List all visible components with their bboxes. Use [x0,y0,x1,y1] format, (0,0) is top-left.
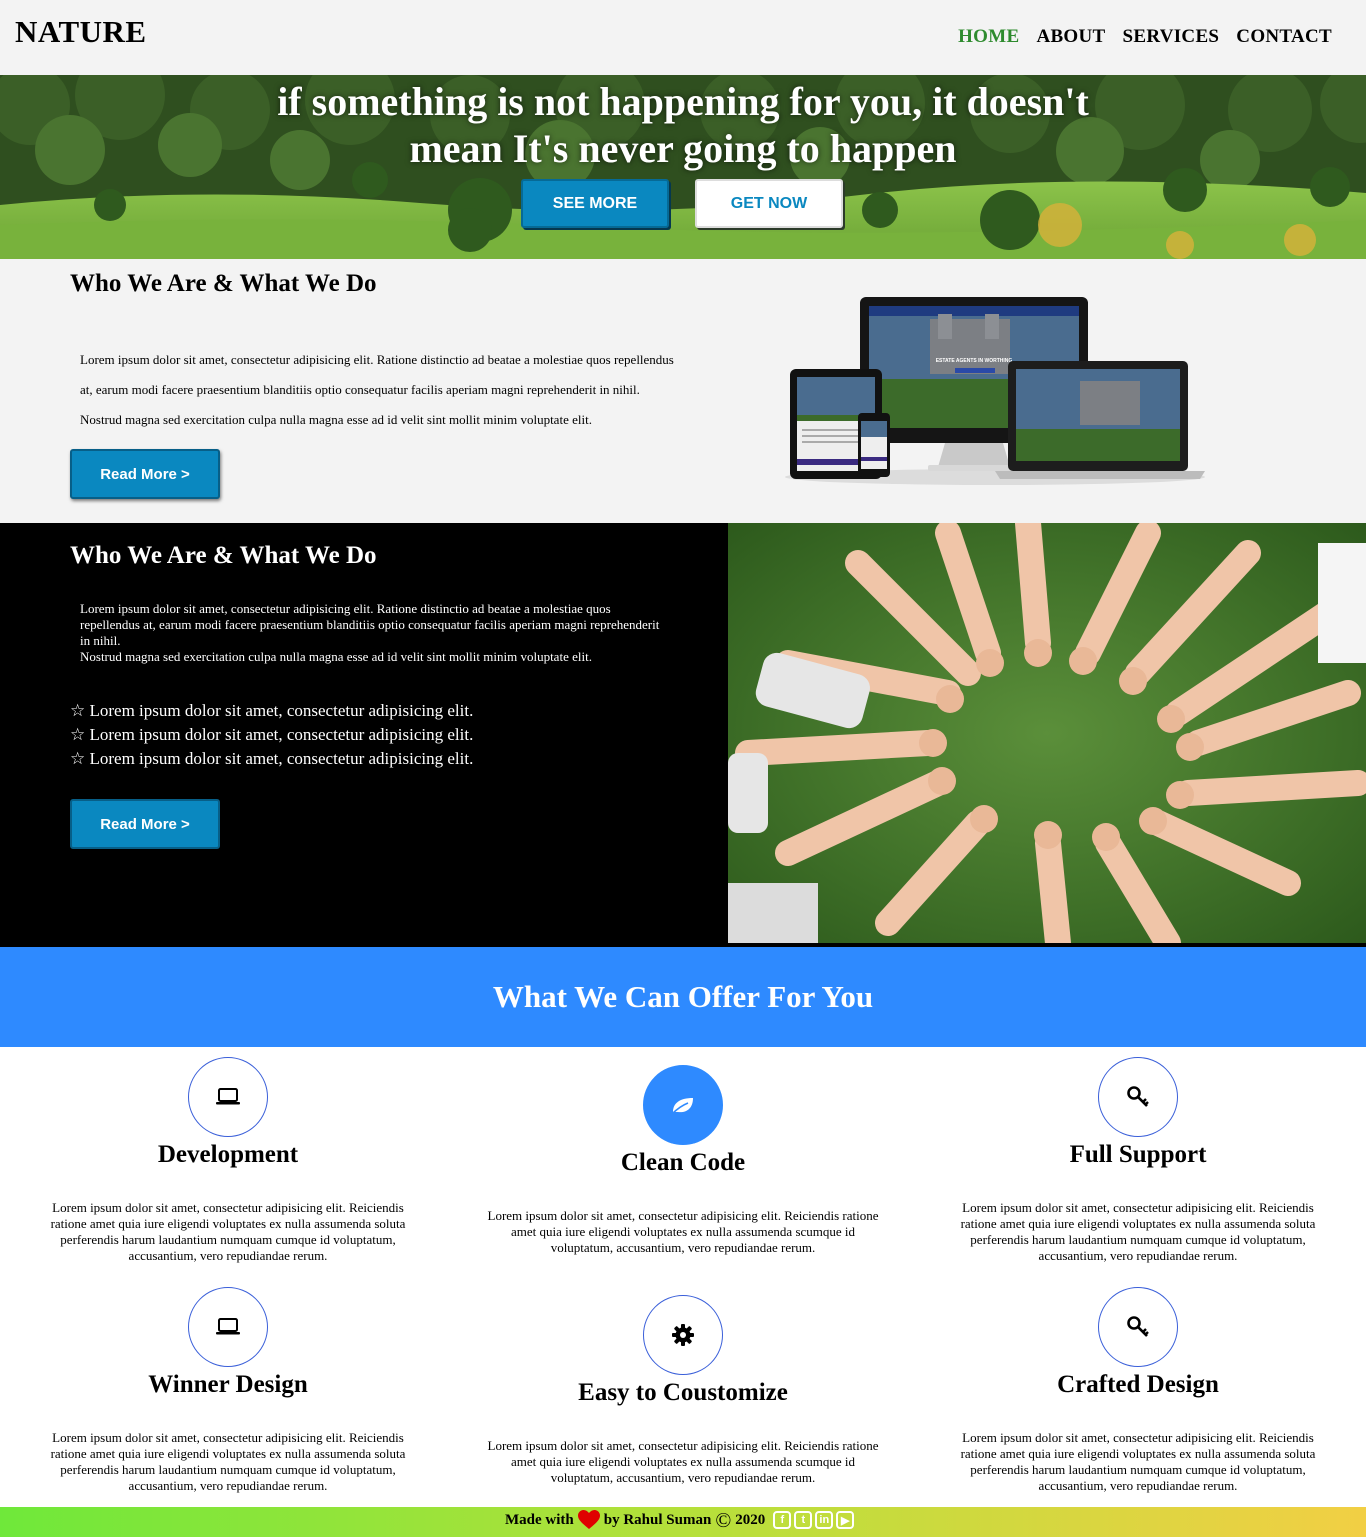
youtube-icon[interactable]: ▶ [836,1511,855,1529]
gear-icon [672,1324,694,1346]
linkedin-icon[interactable]: in [815,1511,834,1529]
hero-quote-line-1: if something is not happening for you, i… [277,79,1089,124]
about-light-paragraph: Lorem ipsum dolor sit amet, consectetur … [80,345,730,435]
feature-text: Lorem ipsum dolor sit amet, consectetur … [50,1200,406,1263]
site-footer: Made with by Rahul Suman © 2020 f t in ▶ [0,1507,1366,1537]
star-list-item: ☆ Lorem ipsum dolor sit amet, consectetu… [70,701,474,720]
key-icon [1127,1086,1149,1107]
hero-quote: if something is not happening for you, i… [0,78,1366,172]
about-light-title: Who We Are & What We Do [70,270,377,297]
footer-year: 2020 [735,1511,766,1528]
offer-banner: What We Can Offer For You [0,947,1366,1047]
footer-made-with: Made with [505,1511,574,1528]
laptop-icon [216,1318,240,1335]
read-more-button-dark[interactable]: Read More > [70,799,220,849]
feature-star-list: ☆ Lorem ipsum dolor sit amet, consectetu… [70,699,473,771]
feature-title: Easy to Coustomize [578,1379,788,1406]
star-list-item: ☆ Lorem ipsum dolor sit amet, consectetu… [70,749,474,768]
site-logo[interactable]: NATURE [15,14,147,50]
feature-text: Lorem ipsum dolor sit amet, consectetur … [960,1430,1316,1493]
nav-contact[interactable]: CONTACT [1236,26,1332,48]
nav-home[interactable]: HOME [958,26,1019,48]
about-section-light: Who We Are & What We Do Lorem ipsum dolo… [0,259,1366,523]
offer-title: What We Can Offer For You [492,979,874,1014]
see-more-button[interactable]: SEE MORE [521,179,669,228]
about-section-dark: Who We Are & What We Do Lorem ipsum dolo… [0,523,1366,947]
feature-card-winner-design: Winner Design Lorem ipsum dolor sit amet… [28,1287,428,1494]
feature-text: Lorem ipsum dolor sit amet, consectetur … [50,1430,406,1493]
feature-card-easy-customize: Easy to Coustomize Lorem ipsum dolor sit… [483,1295,883,1486]
monitor-screen-text: ESTATE AGENTS IN WORTHING [936,358,1013,364]
hero-quote-line-2: mean It's never going to happen [409,126,957,171]
about-dark-title: Who We Are & What We Do [70,542,377,569]
responsive-devices-image: ESTATE AGENTS IN WORTHING [785,297,1205,485]
main-nav: HOME ABOUT SERVICES CONTACT [958,26,1332,48]
feature-card-clean-code: Clean Code Lorem ipsum dolor sit amet, c… [483,1065,883,1256]
feature-text: Lorem ipsum dolor sit amet, consectetur … [487,1208,879,1255]
hero-banner: if something is not happening for you, i… [0,75,1366,259]
key-icon [1127,1316,1149,1337]
feature-icon-circle [1098,1057,1178,1137]
get-now-button[interactable]: GET NOW [695,179,843,228]
feature-title: Full Support [1069,1141,1207,1168]
laptop-icon [216,1088,240,1105]
feature-icon-circle [188,1287,268,1367]
read-more-button-light[interactable]: Read More > [70,449,220,499]
site-header: NATURE HOME ABOUT SERVICES CONTACT [0,0,1366,75]
about-dark-paragraph: Lorem ipsum dolor sit amet, consectetur … [80,601,670,665]
feature-title: Clean Code [620,1149,746,1176]
star-list-item: ☆ Lorem ipsum dolor sit amet, consectetu… [70,725,474,744]
feature-text: Lorem ipsum dolor sit amet, consectetur … [487,1438,879,1485]
about-light-line-3: Nostrud magna sed exercitation culpa nul… [80,412,592,427]
feature-card-full-support: Full Support Lorem ipsum dolor sit amet,… [938,1057,1338,1264]
feature-icon-circle [643,1065,723,1145]
about-light-line-2: at, earum modi facere praesentium blandi… [80,382,640,397]
nav-about[interactable]: ABOUT [1036,26,1105,48]
heart-icon [577,1510,600,1529]
footer-author: by Rahul Suman [603,1511,712,1528]
social-links: f t in ▶ [773,1511,855,1529]
feature-title: Development [157,1141,299,1168]
twitter-icon[interactable]: t [794,1511,813,1529]
leaf-icon [671,1098,693,1115]
team-hands-photo [728,523,1366,943]
feature-icon-circle [1098,1287,1178,1367]
about-light-line-1: Lorem ipsum dolor sit amet, consectetur … [80,352,674,367]
feature-card-crafted-design: Crafted Design Lorem ipsum dolor sit ame… [938,1287,1338,1494]
feature-icon-circle [643,1295,723,1375]
about-dark-para-1: Lorem ipsum dolor sit amet, consectetur … [80,601,660,648]
feature-text: Lorem ipsum dolor sit amet, consectetur … [960,1200,1316,1263]
feature-icon-circle [188,1057,268,1137]
copyright-icon: © [715,1508,732,1532]
feature-title: Winner Design [148,1371,308,1398]
feature-title: Crafted Design [1057,1371,1219,1398]
facebook-icon[interactable]: f [773,1511,792,1529]
about-dark-para-2: Nostrud magna sed exercitation culpa nul… [80,649,592,664]
feature-card-development: Development Lorem ipsum dolor sit amet, … [28,1057,428,1264]
nav-services[interactable]: SERVICES [1123,26,1220,48]
footer-credit: Made with by Rahul Suman © 2020 f t in ▶ [505,1508,855,1532]
